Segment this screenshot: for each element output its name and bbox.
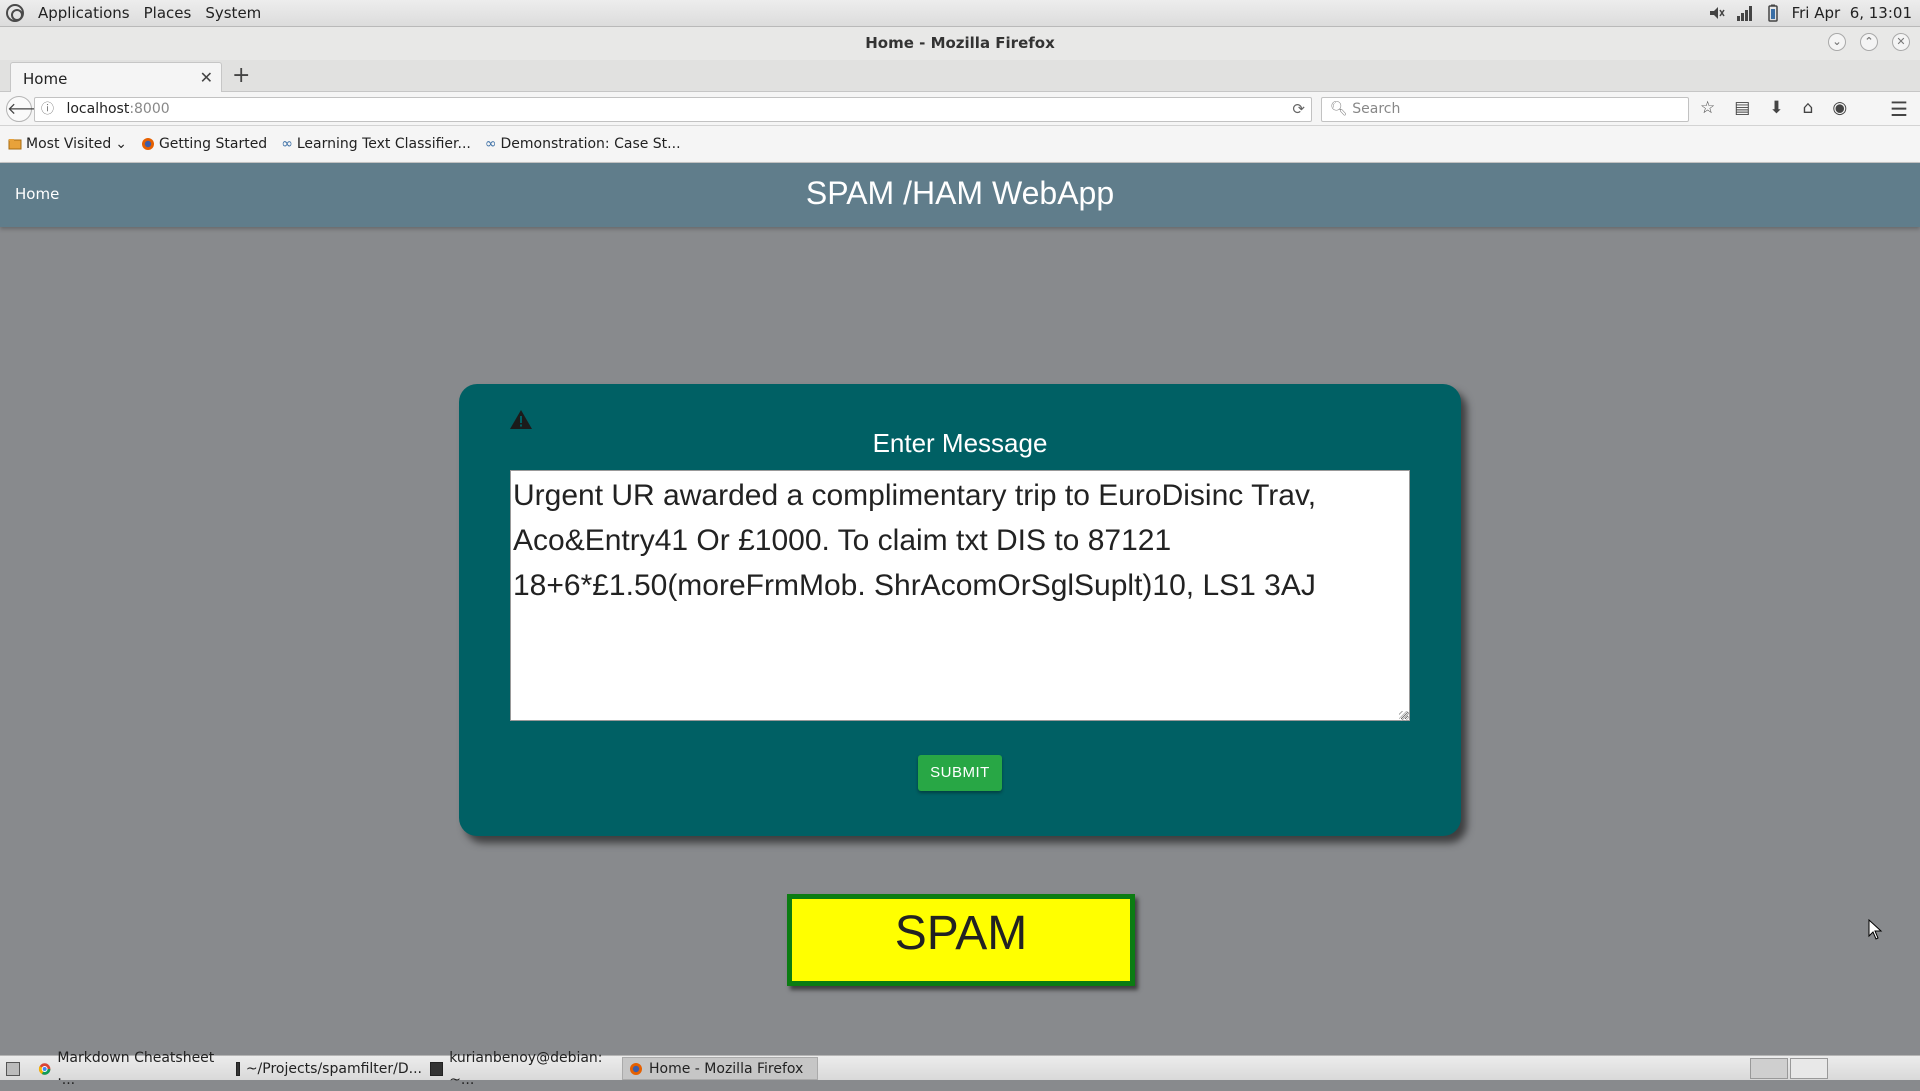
reading-list-icon[interactable]: ▤ [1734,98,1750,118]
message-form-card: Enter Message Urgent UR awarded a compli… [459,384,1461,836]
bookmark-label: Learning Text Classifier... [296,136,471,152]
panel-menus: Applications Places System [6,4,261,22]
link-icon: ∞ [281,136,293,152]
maximize-icon[interactable]: ⌃ [1860,33,1878,51]
bookmark-label: Demonstration: Case St... [500,136,681,152]
close-tab-icon[interactable]: ✕ [200,68,213,87]
firefox-icon [630,1062,642,1075]
mouse-cursor-icon [1868,919,1883,940]
tab-label: Home [23,70,68,88]
taskbar-label: ~/Projects/spamfilter/D... [245,1060,422,1077]
chevron-down-icon: ⌄ [115,136,127,152]
signal-icon[interactable] [1736,4,1754,22]
site-info-icon[interactable]: ⓘ [41,102,54,117]
submit-button[interactable]: SUBMIT [918,755,1002,791]
bookmarks-toolbar: Most Visited ⌄ Getting Started ∞ Learnin… [0,126,1920,163]
bookmark-label: Most Visited [26,136,112,152]
system-menu[interactable]: System [205,4,261,22]
taskbar-item-files[interactable]: ~/Projects/spamfilter/D... [230,1057,422,1080]
taskbar-label: Markdown Cheatsheet ·... [57,1049,215,1088]
places-menu[interactable]: Places [144,4,192,22]
window-controls: ⌄ ⌃ ✕ [1828,33,1910,51]
taskbar-item-markdown[interactable]: Markdown Cheatsheet ·... [32,1050,228,1088]
page-content: Home SPAM /HAM WebApp Enter Message Urge… [0,163,1920,1055]
tab-home[interactable]: Home ✕ [10,62,222,93]
result-label: SPAM [787,894,1135,986]
terminal-icon [430,1061,444,1076]
workspace-2[interactable] [1790,1058,1828,1079]
back-button[interactable]: 🡐 [6,96,50,122]
reload-icon[interactable]: ⟳ [1292,98,1305,121]
close-window-icon[interactable]: ✕ [1892,33,1910,51]
form-title: Enter Message [872,428,1048,458]
top-panel: Applications Places System Fri Apr 6, 13… [0,0,1920,27]
link-icon: ∞ [484,136,497,152]
desktop-icon [6,1061,20,1076]
show-desktop-button[interactable] [0,1057,30,1080]
app-title: SPAM /HAM WebApp [805,175,1115,211]
bookmark-learning-text-classifier[interactable]: ∞ Learning Text Classifier... [281,136,471,152]
url-port: :8000 [129,101,170,117]
minimize-icon[interactable]: ⌄ [1828,33,1846,51]
resize-grip-icon[interactable] [1399,711,1409,721]
bookmark-getting-started[interactable]: Getting Started [141,136,267,152]
clock[interactable]: Fri Apr 6, 13:01 [1792,4,1912,22]
workspace-1[interactable] [1750,1058,1788,1079]
bookmark-star-icon[interactable]: ☆ [1700,98,1715,118]
hamburger-menu-icon[interactable]: ☰ [1890,97,1908,121]
terminal-icon [236,1061,240,1076]
url-host: localhost [66,101,130,117]
bookmark-most-visited[interactable]: Most Visited ⌄ [8,136,127,152]
bookmark-demonstration[interactable]: ∞ Demonstration: Case St... [485,136,681,152]
chrome-icon [38,1062,51,1075]
applications-menu[interactable]: Applications [38,4,130,22]
warning-icon [510,410,532,429]
search-placeholder: Search [1352,101,1401,117]
gnome-logo-icon[interactable] [6,4,24,22]
downloads-icon[interactable]: ⬇ [1769,98,1783,118]
message-textarea[interactable]: Urgent UR awarded a complimentary trip t… [510,470,1410,721]
tab-bar: Home ✕ + [0,60,1920,93]
taskbar-label: kurianbenoy@debian: ~... [449,1049,603,1088]
new-tab-icon[interactable]: + [232,62,250,90]
nav-bar: 🡐 ⓘ localhost:8000 ⟳ 🔍︎ Search ☆ ▤ ⬇ ⌂ ◉… [0,92,1920,126]
url-bar[interactable]: ⓘ localhost:8000 ⟳ [34,97,1312,122]
search-input[interactable]: 🔍︎ Search [1321,97,1689,122]
taskbar-label: Home - Mozilla Firefox [649,1060,804,1077]
firefox-icon [141,138,154,150]
system-tray: Fri Apr 6, 13:01 [1708,4,1912,22]
window-titlebar: Home - Mozilla Firefox ⌄ ⌃ ✕ [0,27,1920,60]
taskbar: Markdown Cheatsheet ·... ~/Projects/spam… [0,1050,1920,1088]
taskbar-item-terminal[interactable]: kurianbenoy@debian: ~... [424,1050,620,1088]
window-title: Home - Mozilla Firefox [865,34,1055,52]
home-icon[interactable]: ⌂ [1803,98,1814,118]
pocket-icon[interactable]: ◉ [1832,98,1847,118]
battery-icon[interactable] [1764,4,1782,22]
app-header: Home SPAM /HAM WebApp [0,163,1920,227]
taskbar-item-firefox[interactable]: Home - Mozilla Firefox [622,1057,818,1080]
toolbar-icons: ☆ ▤ ⬇ ⌂ ◉ [1700,98,1847,118]
bookmark-label: Getting Started [158,136,268,152]
volume-icon[interactable] [1708,4,1726,22]
search-icon: 🔍︎ [1330,101,1348,117]
folder-icon [8,139,22,150]
